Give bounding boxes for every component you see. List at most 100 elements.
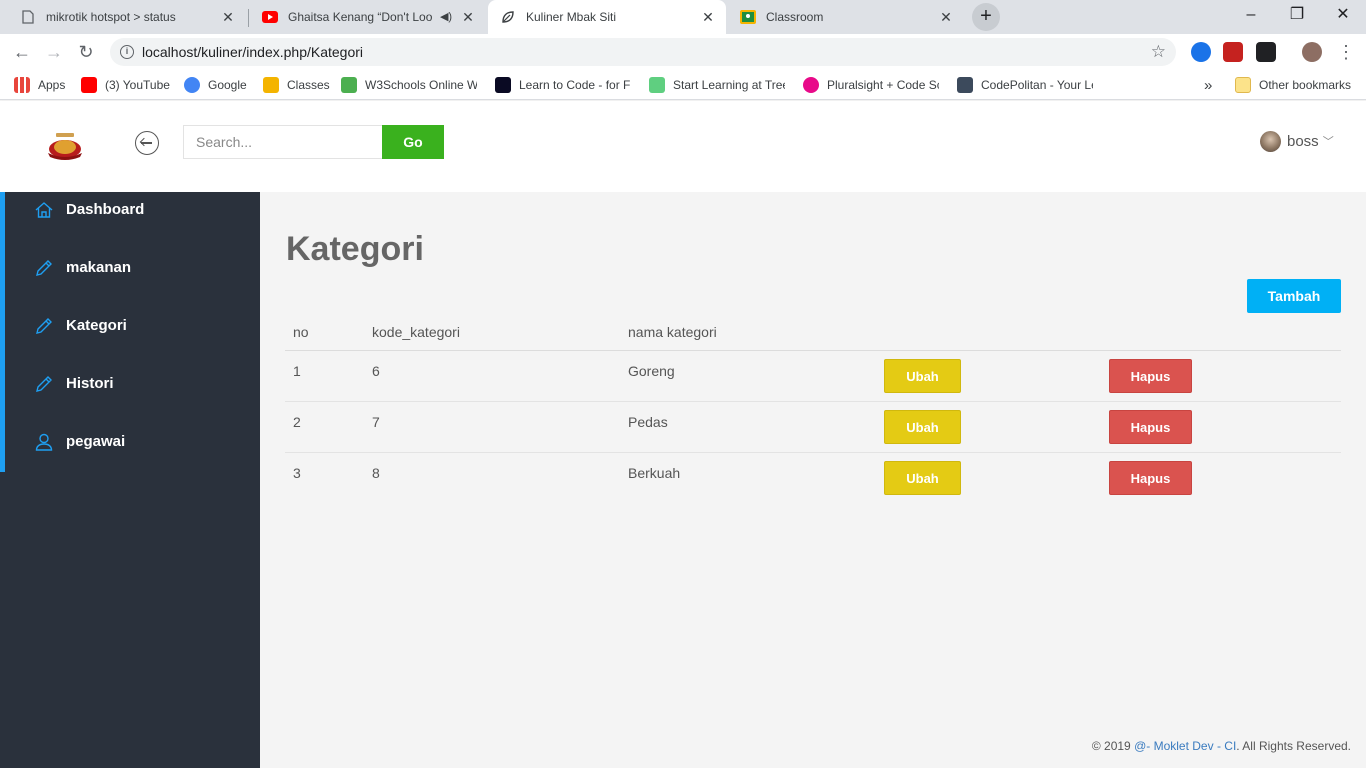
close-icon[interactable]: ✕ (460, 9, 476, 25)
user-name: boss (1287, 132, 1319, 150)
bookmark-label: Other bookmarks (1259, 78, 1352, 92)
bookmark-treehouse[interactable]: Start Learning at Tree (649, 75, 785, 95)
sidebar-item-histori[interactable]: Histori (5, 366, 260, 424)
restaurant-logo[interactable] (44, 131, 86, 161)
classroom-icon (263, 77, 279, 93)
search-input[interactable] (183, 125, 383, 159)
sidebar-item-kategori[interactable]: Kategori (5, 308, 260, 366)
apps-grid-icon (14, 77, 30, 93)
extension-search-icon[interactable] (1191, 42, 1211, 62)
footer-rights: . All Rights Reserved. (1236, 739, 1351, 753)
close-icon[interactable]: ✕ (938, 9, 954, 25)
close-window-button[interactable]: ✕ (1320, 0, 1366, 30)
avatar (1260, 130, 1281, 152)
cell-no: 3 (293, 465, 301, 481)
sidebar-item-pegawai[interactable]: pegawai (5, 424, 260, 482)
cell-nama: Berkuah (628, 465, 681, 481)
bookmark-label: CodePolitan - Your Le (981, 78, 1093, 92)
cell-nama: Goreng (628, 363, 675, 379)
bookmark-google[interactable]: Google (184, 75, 247, 95)
sidebar-item-makanan[interactable]: makanan (5, 250, 260, 308)
menu-dots-icon[interactable]: ⋮ (1334, 40, 1358, 64)
extension-pdf-icon[interactable] (1223, 42, 1243, 62)
cell-nama: Pedas (628, 414, 668, 430)
tab-title: mikrotik hotspot > status (46, 10, 176, 24)
pencil-icon (34, 316, 54, 336)
pluralsight-icon (803, 77, 819, 93)
folder-icon (1235, 77, 1251, 93)
tab-youtube[interactable]: Ghaitsa Kenang “Don't Look ◀) ✕ (250, 0, 486, 34)
youtube-icon (262, 9, 278, 25)
table-row: 1 6 Goreng Ubah Hapus (285, 351, 1341, 402)
maximize-button[interactable]: ❐ (1274, 0, 1320, 30)
tab-title: Ghaitsa Kenang “Don't Look (288, 10, 432, 24)
address-bar[interactable]: i localhost/kuliner/index.php/Kategori ☆ (110, 38, 1176, 66)
back-circle-icon[interactable] (135, 131, 159, 155)
google-icon (184, 77, 200, 93)
back-arrow-icon[interactable]: ← (10, 40, 34, 64)
app-header: Go boss ﹀ (0, 101, 1366, 192)
bookmark-label: (3) YouTube (105, 78, 170, 92)
browser-tabstrip: mikrotik hotspot > status ✕ Ghaitsa Kena… (0, 0, 1366, 34)
tab-title: Classroom (766, 10, 824, 24)
cell-kode: 8 (372, 465, 380, 481)
column-header-nama: nama kategori (628, 324, 717, 340)
speaker-icon[interactable]: ◀) (438, 9, 454, 25)
cell-kode: 7 (372, 414, 380, 430)
tab-kuliner[interactable]: Kuliner Mbak Siti ✕ (488, 0, 726, 34)
other-bookmarks[interactable]: Other bookmarks (1235, 75, 1351, 95)
delete-button[interactable]: Hapus (1109, 461, 1192, 495)
go-button[interactable]: Go (382, 125, 444, 159)
bookmark-apps[interactable]: Apps (14, 75, 65, 95)
tab-mikrotik[interactable]: mikrotik hotspot > status ✕ (8, 0, 246, 34)
edit-button[interactable]: Ubah (884, 359, 961, 393)
bookmark-youtube[interactable]: (3) YouTube (81, 75, 170, 95)
delete-button[interactable]: Hapus (1109, 359, 1192, 393)
minimize-button[interactable]: – (1228, 0, 1274, 30)
edit-button[interactable]: Ubah (884, 410, 961, 444)
star-icon[interactable]: ☆ (1151, 38, 1166, 66)
tab-divider (248, 9, 249, 27)
browser-toolbar: ← → ↻ i localhost/kuliner/index.php/Kate… (0, 34, 1366, 70)
footer-copyright: © 2019 (1091, 739, 1135, 753)
column-header-kode: kode_kategori (372, 324, 460, 340)
new-tab-button[interactable]: + (972, 3, 1000, 31)
add-button[interactable]: Tambah (1247, 279, 1341, 313)
bookmarks-overflow-button[interactable]: » (1204, 75, 1212, 95)
table-header: no kode_kategori nama kategori (285, 316, 1341, 351)
classroom-icon (740, 9, 756, 25)
bookmarks-bar: Apps (3) YouTube Google Classes W3School… (0, 70, 1366, 100)
sidebar-item-label: pegawai (66, 433, 126, 450)
delete-button[interactable]: Hapus (1109, 410, 1192, 444)
bookmark-label: Start Learning at Tree (673, 78, 785, 92)
extension-badge-icon[interactable] (1256, 42, 1276, 62)
sidebar-item-dashboard[interactable]: Dashboard (5, 192, 260, 250)
footer-link[interactable]: @- Moklet Dev - CI (1134, 739, 1236, 753)
footer: © 2019 @- Moklet Dev - CI. All Rights Re… (1092, 739, 1351, 753)
leaf-icon (500, 9, 516, 25)
forward-arrow-icon[interactable]: → (42, 40, 66, 64)
cell-no: 2 (293, 414, 301, 430)
bookmark-w3schools[interactable]: W3Schools Online W (341, 75, 477, 95)
user-icon (34, 432, 54, 452)
cell-kode: 6 (372, 363, 380, 379)
bookmark-codepolitan[interactable]: CodePolitan - Your Le (957, 75, 1093, 95)
close-icon[interactable]: ✕ (700, 9, 716, 25)
bookmark-freecodecamp[interactable]: Learn to Code - for Fr (495, 75, 631, 95)
bookmark-classes[interactable]: Classes (263, 75, 330, 95)
tab-classroom[interactable]: Classroom ✕ (728, 0, 964, 34)
edit-button[interactable]: Ubah (884, 461, 961, 495)
bookmark-pluralsight[interactable]: Pluralsight + Code Sc (803, 75, 939, 95)
profile-avatar[interactable] (1302, 42, 1322, 62)
sidebar-menu: Dashboard makanan Kategori Histori pegaw… (0, 192, 260, 472)
codepolitan-icon (957, 77, 973, 93)
youtube-icon (81, 77, 97, 93)
info-icon[interactable]: i (120, 45, 134, 59)
main-content: Kategori Tambah no kode_kategori nama ka… (260, 192, 1366, 768)
pencil-icon (34, 374, 54, 394)
table-row: 3 8 Berkuah Ubah Hapus (285, 453, 1341, 504)
user-menu[interactable]: boss ﹀ (1260, 130, 1334, 152)
close-icon[interactable]: ✕ (220, 9, 236, 25)
document-icon (20, 9, 36, 25)
reload-icon[interactable]: ↻ (74, 40, 98, 64)
